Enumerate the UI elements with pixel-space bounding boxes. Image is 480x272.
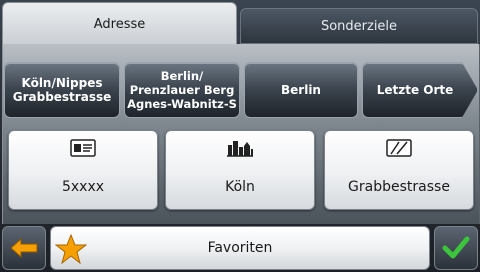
postcode-card-icon	[70, 139, 96, 157]
checkmark-icon	[442, 236, 470, 259]
recent-destination-button[interactable]: Köln/Nippes Grabbestrasse	[4, 62, 120, 118]
favorites-label: Favoriten	[207, 240, 273, 256]
street-value: Grabbestrasse	[348, 179, 450, 195]
street-field-button[interactable]: Grabbestrasse	[324, 130, 474, 210]
tab-sonderziele-label: Sonderziele	[320, 18, 398, 34]
city-value: Köln	[225, 179, 255, 195]
tab-adresse-label: Adresse	[93, 17, 146, 32]
postcode-field-button[interactable]: 5xxxx	[8, 130, 158, 210]
city-field-button[interactable]: Köln	[165, 130, 315, 210]
confirm-button[interactable]	[434, 226, 478, 270]
recent-destination-button[interactable]: Berlin	[244, 62, 358, 118]
tab-adresse[interactable]: Adresse	[2, 2, 237, 46]
back-button[interactable]	[2, 226, 46, 270]
recent-destination-label: Berlin/ Prenzlauer Berg Agnes-Wabnitz-S	[127, 69, 237, 111]
letzte-orte-button[interactable]: Letzte Orte	[362, 62, 478, 118]
recent-destination-label: Köln/Nippes Grabbestrasse	[12, 76, 112, 104]
back-arrow-icon	[10, 238, 38, 258]
street-road-icon	[386, 139, 412, 157]
postcode-value: 5xxxx	[61, 179, 105, 195]
recent-destination-button[interactable]: Berlin/ Prenzlauer Berg Agnes-Wabnitz-S	[124, 62, 240, 118]
city-skyline-icon	[227, 141, 253, 157]
letzte-orte-label: Letzte Orte	[376, 83, 454, 97]
tab-sonderziele[interactable]: Sonderziele	[240, 8, 478, 44]
recent-destination-label: Berlin	[281, 83, 321, 97]
favorites-button[interactable]: Favoriten	[50, 226, 430, 270]
